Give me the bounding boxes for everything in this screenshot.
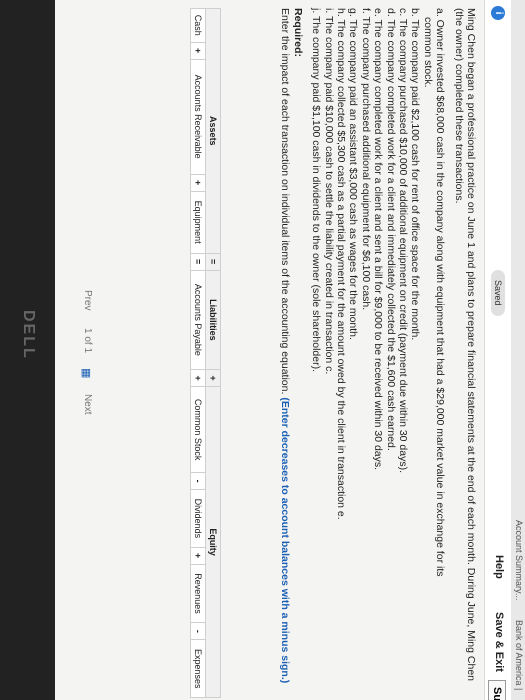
transaction-b: b. The company paid $2,100 cash for rent… — [409, 8, 422, 341]
saved-status: Saved — [491, 270, 505, 316]
col-common-stock: Common Stock — [190, 386, 206, 473]
rotated-screen: Bank of America | Account Summary... i S… — [0, 0, 525, 700]
accounting-equation-table: Assets = Liabilities + Equity Cash + Acc… — [190, 8, 221, 698]
col-dividends: Dividends — [190, 489, 206, 548]
transaction-h: h. The company collected $5,300 cash as … — [334, 8, 347, 520]
op-plus: + — [190, 547, 206, 565]
save-exit-button[interactable]: Save & Exit — [493, 612, 505, 672]
transaction-d: d. The company completed work for a clie… — [384, 8, 397, 451]
required-instructions: Enter the impact of each transaction on … — [279, 8, 291, 688]
col-accounts-payable: Accounts Payable — [190, 270, 206, 370]
app-header: i Saved Help Save & Exit Su — [484, 0, 511, 700]
next-button[interactable]: Next — [82, 394, 93, 415]
equation-group-row: Assets = Liabilities + Equity — [205, 8, 221, 698]
submit-button[interactable]: Su — [488, 680, 506, 700]
question-content: Ming Chen began a professional practice … — [273, 8, 477, 688]
liabilities-header: Liabilities — [205, 270, 221, 370]
equation-column-row: Cash + Accounts Receivable + Equipment =… — [190, 8, 206, 698]
col-cash: Cash — [190, 8, 206, 43]
col-accounts-receivable: Accounts Receivable — [190, 59, 206, 175]
transaction-c: c. The company purchased $10,000 of addi… — [396, 8, 409, 474]
bookmark-account[interactable]: Account Summary... — [514, 520, 524, 600]
col-expenses: Expenses — [190, 639, 206, 698]
op-plus: + — [190, 174, 206, 192]
prev-button[interactable]: Prev — [82, 290, 93, 311]
question-intro: Ming Chen began a professional practice … — [452, 8, 477, 682]
dell-logo: DELL — [20, 310, 37, 360]
monitor-bezel: DELL — [0, 0, 55, 700]
transaction-a: a. Owner invested $68,000 cash in the co… — [434, 8, 447, 577]
equals-sign: = — [205, 253, 221, 271]
required-text: Enter the impact of each transaction on … — [279, 8, 292, 395]
transaction-i: i. The company paid $10,000 cash to sett… — [322, 8, 335, 375]
op-minus: - — [190, 622, 206, 640]
required-label: Required: — [291, 8, 304, 58]
col-revenues: Revenues — [190, 564, 206, 623]
op-plus: + — [190, 369, 206, 387]
info-icon[interactable]: i — [491, 6, 505, 20]
op-equals: = — [190, 253, 206, 271]
transaction-g: g. The company paid an assistant $3,000 … — [347, 8, 360, 340]
help-button[interactable]: Help — [493, 555, 505, 579]
op-plus: + — [190, 42, 206, 60]
transaction-a-cont: common stock. — [421, 17, 434, 88]
transaction-list: a. Owner invested $68,000 cash in the co… — [310, 8, 446, 688]
col-equipment: Equipment — [190, 191, 206, 254]
transaction-e: e. The company completed work for a clie… — [372, 8, 385, 471]
op-minus: - — [190, 472, 206, 490]
grid-icon[interactable]: ▦ — [80, 368, 93, 378]
transaction-j: j. The company paid $1,100 cash in divid… — [310, 8, 323, 373]
bookmarks-bar: Bank of America | Account Summary... — [510, 0, 525, 700]
equity-header: Equity — [205, 386, 221, 698]
transaction-f: f. The company purchased additional equi… — [359, 8, 372, 311]
assets-header: Assets — [205, 8, 221, 254]
required-note: (Enter decreases to account balances wit… — [279, 397, 292, 684]
bookmark-bank[interactable]: Bank of America | — [514, 620, 524, 690]
plus-sign: + — [205, 369, 221, 387]
page-indicator: 1 of 1 — [82, 328, 93, 354]
